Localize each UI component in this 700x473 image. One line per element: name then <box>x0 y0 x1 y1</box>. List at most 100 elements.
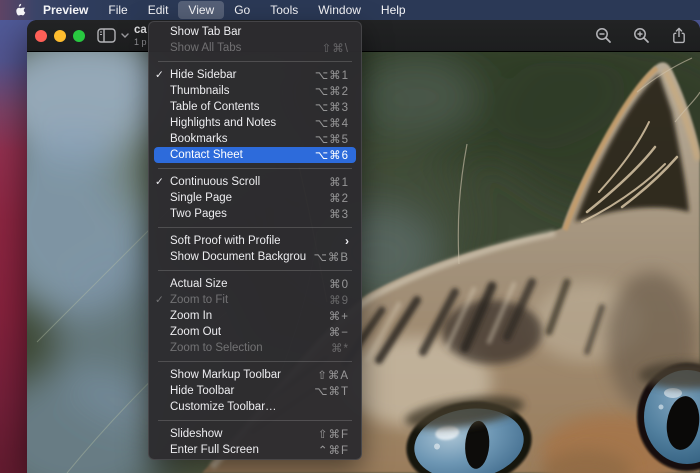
menubar-item-tools[interactable]: Tools <box>260 1 308 19</box>
menu-item-label: Show Markup Toolbar <box>170 369 282 381</box>
menu-item-label: Thumbnails <box>170 85 230 97</box>
menu-item-label: Zoom Out <box>170 326 222 338</box>
fullscreen-window-button[interactable] <box>73 30 85 42</box>
menu-item-shortcut: ⌘2 <box>329 193 349 205</box>
close-window-button[interactable] <box>35 30 47 42</box>
menubar-item-edit[interactable]: Edit <box>138 1 179 19</box>
menu-item-show-document-background[interactable]: Show Document Background ⌥⌘B <box>149 249 361 265</box>
apple-logo-icon <box>16 3 26 15</box>
view-menu-panel: Show Tab Bar Show All Tabs ⇧⌘\ ✓ Hide Si… <box>148 21 362 460</box>
menu-item-label: Two Pages <box>170 208 227 220</box>
menu-item-shortcut: ⇧⌘\ <box>321 43 349 55</box>
menu-separator <box>149 415 361 426</box>
menu-item-enter-full-screen[interactable]: Enter Full Screen ⌃⌘F <box>149 442 361 458</box>
chevron-down-icon[interactable] <box>121 33 129 38</box>
preview-window: ca 1 p <box>27 20 700 473</box>
menu-item-contact-sheet[interactable]: Contact Sheet ⌥⌘6 <box>154 147 356 163</box>
menu-item-show-markup-toolbar[interactable]: Show Markup Toolbar ⇧⌘A <box>149 367 361 383</box>
menu-item-shortcut: ⌥⌘B <box>313 252 349 264</box>
zoom-out-icon <box>596 28 611 43</box>
menu-item-shortcut: ⌘0 <box>329 279 349 291</box>
menu-item-bookmarks[interactable]: Bookmarks ⌥⌘5 <box>149 131 361 147</box>
menu-item-hide-toolbar[interactable]: Hide Toolbar ⌥⌘T <box>149 383 361 399</box>
menu-item-label: Zoom to Fit <box>170 294 229 306</box>
menu-separator <box>149 222 361 233</box>
share-button[interactable] <box>671 27 687 44</box>
menu-item-label: Bookmarks <box>170 133 228 145</box>
window-controls <box>35 30 85 42</box>
menubar-item-window[interactable]: Window <box>308 1 371 19</box>
menubar-item-help[interactable]: Help <box>371 1 416 19</box>
menu-item-label: Hide Sidebar <box>170 69 237 81</box>
share-icon <box>673 27 685 44</box>
apple-menu[interactable] <box>14 3 27 18</box>
menu-item-shortcut: ⌥⌘T <box>314 386 349 398</box>
menubar-item-preview[interactable]: Preview <box>33 1 98 19</box>
menubar-item-file[interactable]: File <box>98 1 137 19</box>
menu-item-thumbnails[interactable]: Thumbnails ⌥⌘2 <box>149 83 361 99</box>
menu-item-shortcut: ⌃⌘F <box>317 445 349 457</box>
menu-item-shortcut: ⌥⌘5 <box>314 134 349 146</box>
toolbar-right-group <box>595 27 687 44</box>
window-subtitle: 1 p <box>134 37 147 47</box>
menu-item-zoom-to-fit: ✓ Zoom to Fit ⌘9 <box>149 292 361 308</box>
menubar-item-view[interactable]: View <box>178 1 225 19</box>
menubar-item-go[interactable]: Go <box>224 1 260 19</box>
menu-item-shortcut: ⌘9 <box>329 295 349 307</box>
menu-item-label: Enter Full Screen <box>170 444 259 456</box>
menu-item-zoom-to-selection: Zoom to Selection ⌘* <box>149 340 361 356</box>
menu-item-label: Table of Contents <box>170 101 260 113</box>
menu-item-slideshow[interactable]: Slideshow ⇧⌘F <box>149 426 361 442</box>
menu-separator <box>149 163 361 174</box>
menu-item-table-of-contents[interactable]: Table of Contents ⌥⌘3 <box>149 99 361 115</box>
menu-item-label: Slideshow <box>170 428 223 440</box>
menu-item-shortcut: ⌥⌘4 <box>314 118 349 130</box>
menu-item-shortcut: ⌘1 <box>329 177 349 189</box>
menu-item-shortcut: ⌘3 <box>329 209 349 221</box>
menu-separator <box>149 356 361 367</box>
sidebar-toggle-button[interactable] <box>97 28 116 43</box>
menu-item-zoom-out[interactable]: Zoom Out ⌘− <box>149 324 361 340</box>
menu-item-label: Show Document Background <box>170 251 306 263</box>
menu-item-soft-proof-with-profile[interactable]: Soft Proof with Profile › <box>149 233 361 249</box>
menu-item-label: Show Tab Bar <box>170 26 242 38</box>
menu-item-label: Zoom In <box>170 310 213 322</box>
menu-item-customize-toolbar[interactable]: Customize Toolbar… <box>149 399 361 415</box>
screen: ca 1 p Preview File Edit View Go Tools W… <box>0 0 700 473</box>
menu-item-shortcut: ⇧⌘F <box>317 429 349 441</box>
menu-item-shortcut: ⌘* <box>331 343 349 355</box>
menu-item-label: Highlights and Notes <box>170 117 277 129</box>
menu-item-two-pages[interactable]: Two Pages ⌘3 <box>149 206 361 222</box>
submenu-chevron-icon: › <box>345 234 349 248</box>
menu-item-label: Customize Toolbar… <box>170 401 277 413</box>
zoom-out-button[interactable] <box>595 27 612 44</box>
sidebar-icon <box>97 28 116 43</box>
window-title-block: ca 1 p <box>134 24 147 47</box>
window-title: ca <box>134 24 147 36</box>
menu-item-continuous-scroll[interactable]: ✓ Continuous Scroll ⌘1 <box>149 174 361 190</box>
menu-item-label: Single Page <box>170 192 233 204</box>
document-photo-cat <box>27 52 700 473</box>
menu-item-label: Actual Size <box>170 278 228 290</box>
menu-item-label: Zoom to Selection <box>170 342 263 354</box>
menu-separator <box>149 56 361 67</box>
menu-item-show-tab-bar[interactable]: Show Tab Bar <box>149 24 361 40</box>
menu-item-zoom-in[interactable]: Zoom In ⌘+ <box>149 308 361 324</box>
menu-item-label: Soft Proof with Profile <box>170 235 281 247</box>
menu-item-shortcut: ⌥⌘6 <box>314 150 349 162</box>
menu-bar: Preview File Edit View Go Tools Window Help <box>0 0 700 20</box>
menu-item-label: Contact Sheet <box>170 149 243 161</box>
menu-item-hide-sidebar[interactable]: ✓ Hide Sidebar ⌥⌘1 <box>149 67 361 83</box>
zoom-in-icon <box>634 28 649 43</box>
window-toolbar: ca 1 p <box>27 20 700 52</box>
minimize-window-button[interactable] <box>54 30 66 42</box>
menu-item-label: Continuous Scroll <box>170 176 261 188</box>
menu-item-shortcut: ⇧⌘A <box>317 370 349 382</box>
menu-item-shortcut: ⌘+ <box>328 311 349 323</box>
menu-item-highlights-and-notes[interactable]: Highlights and Notes ⌥⌘4 <box>149 115 361 131</box>
checkmark-icon: ✓ <box>155 294 164 306</box>
menu-item-actual-size[interactable]: Actual Size ⌘0 <box>149 276 361 292</box>
menu-item-single-page[interactable]: Single Page ⌘2 <box>149 190 361 206</box>
zoom-in-button[interactable] <box>633 27 650 44</box>
menubar-items: Preview File Edit View Go Tools Window Help <box>33 0 416 20</box>
